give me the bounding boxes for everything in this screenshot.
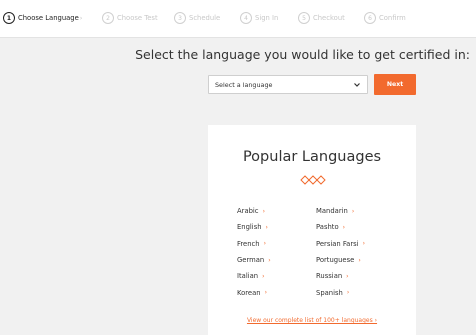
popular-languages-title: Popular Languages (242, 149, 382, 165)
language-link-spanish[interactable]: Spanish › (316, 284, 365, 300)
chevron-right-icon: › (262, 272, 265, 280)
step-confirm: 6 Confirm (364, 10, 406, 26)
step-number: 2 (102, 12, 114, 24)
chevron-right-icon: › (262, 207, 265, 215)
step-label: Choose Test (117, 14, 158, 22)
step-label: Choose Language (18, 14, 79, 22)
page-heading: Select the language you would like to ge… (135, 47, 470, 62)
language-link-french[interactable]: French › (237, 236, 271, 252)
chevron-right-icon: › (358, 256, 361, 264)
step-checkout: 5 Checkout (298, 10, 345, 26)
step-number: 4 (240, 12, 252, 24)
language-link-german[interactable]: German › (237, 252, 271, 268)
language-link-mandarin[interactable]: Mandarin › (316, 203, 365, 219)
chevron-right-icon: › (263, 240, 267, 248)
language-link-arabic[interactable]: Arabic › (237, 203, 271, 219)
chevron-right-icon: › (342, 223, 346, 231)
step-schedule: 3 Schedule (174, 10, 220, 26)
step-label: Schedule (189, 14, 221, 22)
chevron-right-icon: › (265, 223, 268, 231)
chevron-right-icon: › (268, 256, 271, 264)
step-choose-test: 2 Choose Test (102, 10, 158, 26)
language-link-pashto[interactable]: Pashto › (316, 219, 365, 235)
language-link-korean[interactable]: Korean › (237, 284, 271, 300)
chevron-right-icon: › (362, 240, 365, 248)
language-link-portuguese[interactable]: Portuguese › (316, 252, 365, 268)
diamond-ornament-icon (300, 175, 326, 185)
language-link-italian[interactable]: Italian › (237, 268, 271, 284)
popular-languages-card: Popular Languages Arabic › English › Frenc… (208, 125, 416, 335)
step-number: 3 (174, 12, 186, 24)
language-link-english[interactable]: English › (237, 219, 271, 235)
chevron-right-icon: › (346, 289, 350, 297)
step-number: 5 (298, 12, 310, 24)
chevron-right-icon: › (351, 207, 355, 215)
step-sign-in: 4 Sign In (240, 10, 278, 26)
language-link-persian-farsi[interactable]: Persian Farsi › (316, 236, 365, 252)
chevron-down-icon (354, 83, 360, 87)
chevron-right-icon: › (79, 14, 83, 22)
view-all-languages-link[interactable]: View our complete list of 100+ languages… (208, 317, 416, 324)
step-label: Checkout (313, 14, 345, 22)
step-number: 6 (364, 12, 376, 24)
select-value: Select a language (215, 80, 273, 89)
step-label: Sign In (255, 14, 279, 22)
chevron-right-icon: › (346, 272, 349, 280)
language-list-left: Arabic › English › French › German › Italian… (237, 203, 271, 301)
progress-stepper: 1 Choose Language › 2 Choose Test 3 Sche… (0, 0, 476, 38)
language-link-russian[interactable]: Russian › (316, 268, 365, 284)
language-list-right: Mandarin › Pashto › Persian Farsi › Portugu… (316, 203, 365, 301)
chevron-right-icon: › (264, 289, 267, 297)
step-number: 1 (3, 12, 15, 24)
next-button[interactable]: Next (374, 74, 416, 95)
language-select[interactable]: Select a language (208, 75, 368, 94)
step-choose-language[interactable]: 1 Choose Language › (3, 10, 82, 26)
step-label: Confirm (379, 14, 406, 22)
